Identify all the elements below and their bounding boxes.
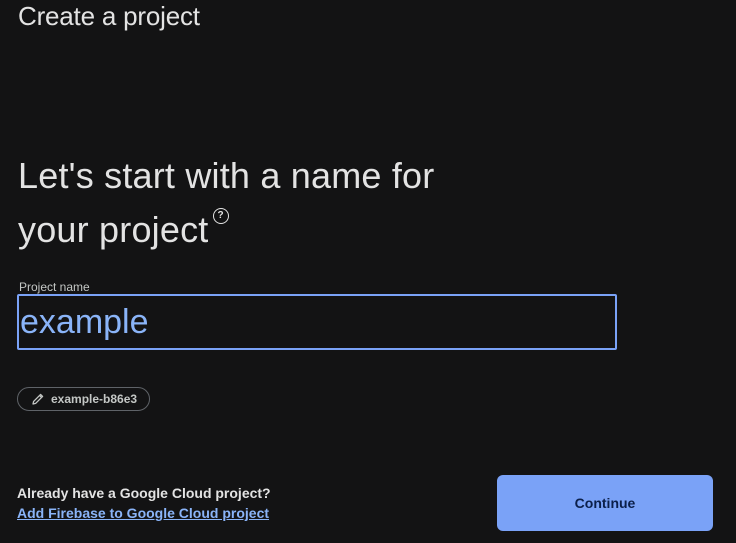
add-firebase-link[interactable]: Add Firebase to Google Cloud project bbox=[17, 505, 269, 521]
headline-line-1: Let's start with a name for bbox=[18, 155, 435, 196]
continue-button[interactable]: Continue bbox=[497, 475, 713, 531]
project-id-chip[interactable]: example-b86e3 bbox=[17, 387, 151, 411]
existing-project-question: Already have a Google Cloud project? bbox=[17, 485, 271, 501]
project-name-field bbox=[17, 294, 617, 350]
create-project-page: Create a project Let's start with a name… bbox=[0, 0, 736, 543]
pencil-icon bbox=[31, 392, 45, 406]
headline-line-2-wrap: your project? bbox=[18, 203, 488, 257]
help-icon[interactable]: ? bbox=[212, 208, 229, 224]
headline-line-2: your project bbox=[18, 209, 209, 250]
project-name-input[interactable] bbox=[19, 296, 615, 348]
page-title: Create a project bbox=[18, 1, 200, 31]
headline: Let's start with a name for your project… bbox=[18, 149, 488, 257]
project-id-label: example-b86e3 bbox=[51, 392, 138, 406]
project-name-label: Project name bbox=[19, 280, 90, 294]
